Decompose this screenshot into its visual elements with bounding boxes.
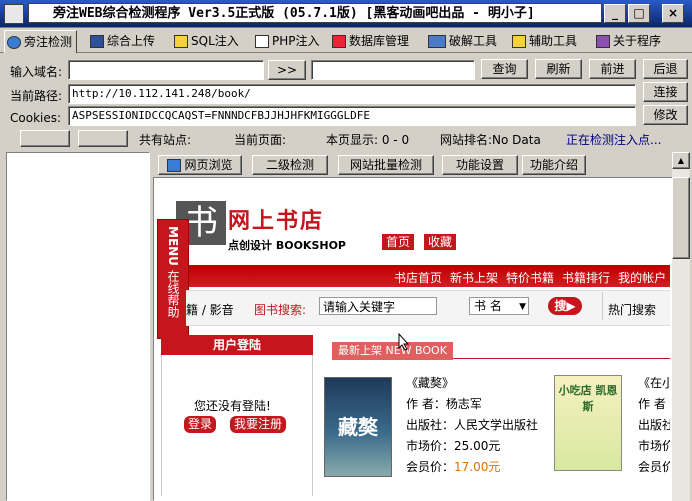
keyboard-icon [428,35,446,48]
nav-new-books[interactable]: 新书上架 [450,271,498,285]
modify-button[interactable]: 修改 [643,105,688,125]
search-type-select[interactable]: 书 名 ▼ [469,297,529,315]
book-market-price-2: 市场价 [638,439,670,453]
tab-sql-injection[interactable]: SQL注入 [172,32,243,51]
connect-button[interactable]: 连接 [643,82,688,102]
current-page-label: 当前页面: [234,133,287,147]
embedded-webpage: 书 网上书店 点创设计 BOOKSHOP 首页 收藏 书店首页 新书上架 特价书籍书… [156,179,670,496]
globe-icon [7,35,21,49]
book-publisher-2: 出版社 [638,418,670,432]
book-title-2[interactable]: 《在小 [638,373,670,394]
subtab-web-browse[interactable]: 网页浏览 [158,155,242,175]
login-message: 您还没有登陆! [194,399,271,413]
register-button[interactable]: 我要注册 [230,416,287,433]
side-menu-help[interactable]: 在线帮助 [159,270,187,318]
book-market-price-1: 市场价：25.00元 [406,439,501,453]
hot-search-label: 热门搜索 [608,303,657,317]
search-divider [602,292,603,320]
subtab-batch-detect[interactable]: 网站批量检测 [338,155,434,175]
shop-subtitle: 点创设计 BOOKSHOP [228,239,346,252]
mouse-cursor-icon [398,333,410,351]
tab-about[interactable]: 关于程序 [594,32,665,51]
scroll-thumb[interactable] [672,177,690,259]
book-icon [596,35,610,48]
tab-upload[interactable]: 综合上传 [88,32,159,51]
site-rank-text: 网站排名:No Data [440,133,541,147]
book-info-2: 《在小 作 者 出版社 市场价 会员价 [638,373,670,478]
site-list-panel[interactable] [6,152,150,501]
query-button[interactable]: 查询 [481,59,528,79]
domain-label: 输入域名: [10,65,63,79]
tab-crack-tools[interactable]: 破解工具 [426,32,501,51]
book-title-1[interactable]: 《藏獒》 [406,373,538,394]
minimize-button[interactable]: _ [604,4,626,23]
nav-special[interactable]: 特价书籍 [506,271,554,285]
folder-icon [512,35,526,48]
scroll-up-icon[interactable]: ▲ [672,152,690,169]
chevron-down-icon: ▼ [519,302,526,312]
subtab-feature-intro[interactable]: 功能介绍 [522,155,586,175]
browser-icon [167,158,182,172]
database-icon [332,35,346,48]
refresh-button[interactable]: 刷新 [535,59,582,79]
vertical-scrollbar[interactable]: ▲ [672,152,690,501]
book-cover-1[interactable]: 藏獒 [324,377,392,477]
blank-button-1[interactable] [20,130,70,147]
tab-side-detect[interactable]: 旁注检测 [4,30,78,53]
book-search-input[interactable]: 请输入关键字 [319,297,437,315]
cookies-input[interactable]: ASPSESSIONIDCCQCAQST=FNNNDCFBJJHJHFKMIGG… [68,106,636,126]
book-cover-2[interactable]: 小吃店 凯恩斯 [554,375,622,471]
new-books-title: 最新上架 NEW BOOK [332,342,453,360]
sql-icon [174,35,188,48]
app-icon [4,4,24,24]
go-arrow-button[interactable]: >> [268,60,306,80]
window-title: 旁注WEB综合检测程序 Ver3.5正式版 (05.7.1版) [黑客动画吧出品… [28,3,602,23]
path-label: 当前路径: [10,89,63,103]
login-button[interactable]: 登录 [184,416,217,433]
book-member-price-label-1: 会员价： [406,460,455,474]
upload-icon [90,35,104,48]
nav-ranking[interactable]: 书籍排行 [562,271,610,285]
side-menu-title: MENU [166,226,180,266]
extra-input[interactable] [311,60,475,80]
blank-button-2[interactable] [78,130,128,147]
book-info-1: 《藏獒》 作 者：杨志军 出版社：人民文学出版社 市场价：25.00元 会员价：… [406,373,538,478]
search-label: 图书搜索: [254,303,307,317]
category-label: 籍 / 影音 [186,303,234,317]
shared-sites-label: 共有站点: [139,133,192,147]
back-button[interactable]: 后退 [643,59,688,79]
nav-account[interactable]: 我的帐户 [618,271,666,285]
nav-home[interactable]: 书店首页 [394,271,442,285]
maximize-button[interactable]: □ [628,4,650,23]
close-button[interactable]: × [662,4,684,23]
subtab-secondary-detect[interactable]: 二级检测 [252,155,328,175]
domain-input[interactable] [68,60,264,80]
book-member-price-1: 17.00元 [454,460,501,474]
cookies-label: Cookies: [10,111,62,125]
side-menu[interactable]: MENU 在线帮助 [157,219,189,339]
detecting-status: 正在检测注入点... [566,133,662,147]
tab-php-injection[interactable]: PHP注入 [253,32,324,51]
book-author-1: 作 者：杨志军 [406,397,482,411]
home-link[interactable]: 首页 [382,234,415,250]
tab-aux-tools[interactable]: 辅助工具 [510,32,581,51]
shop-name: 网上书店 [228,208,325,234]
book-author-2: 作 者 [638,397,666,411]
subtab-settings[interactable]: 功能设置 [442,155,518,175]
tab-database[interactable]: 数据库管理 [330,32,413,51]
forward-button[interactable]: 前进 [589,59,636,79]
favorite-link[interactable]: 收藏 [424,234,457,250]
book-publisher-1: 出版社：人民文学出版社 [406,418,539,432]
login-title: 用户登陆 [161,335,313,355]
php-icon [255,35,269,48]
page-display-text: 本页显示: 0 - 0 [326,133,410,147]
search-button[interactable]: 搜▶ [548,297,582,315]
path-input[interactable]: http://10.112.141.248/book/ [68,84,636,104]
book-member-price-2: 会员价 [638,460,670,474]
